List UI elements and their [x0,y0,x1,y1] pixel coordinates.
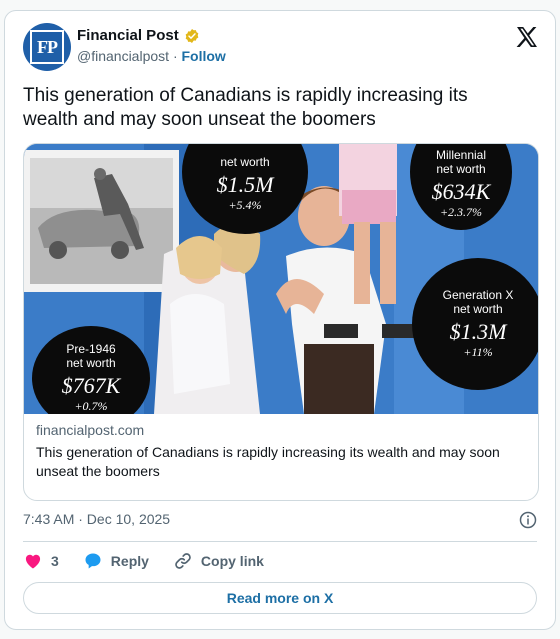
stat-label: Millennial net worth [435,148,487,176]
reply-button[interactable]: Reply [83,551,149,571]
stat-change: +11% [463,345,493,359]
stat-change: +0.7% [74,399,108,413]
author-block: Financial Post @financialpost · Follow [77,27,226,64]
like-button[interactable]: 3 [23,551,59,571]
link-title[interactable]: This generation of Canadians is rapidly … [36,443,526,481]
tweet-text: This generation of Canadians is rapidly … [23,85,468,130]
stat-label: Generation X net worth [442,288,514,316]
account-name[interactable]: Financial Post [77,27,179,44]
read-more-button[interactable]: Read more on X [23,582,537,614]
stat-change: +5.4% [228,198,262,212]
stat-value: $1.5M [216,172,274,197]
stat-value: $1.3M [449,319,507,344]
link-domain[interactable]: financialpost.com [36,422,526,438]
stat-label: net worth [220,155,270,169]
stat-value: $634K [431,179,491,204]
heart-icon [25,554,41,569]
avatar[interactable]: FP [23,23,71,71]
link-meta: financialpost.com This generation of Can… [24,414,538,481]
x-logo-icon[interactable] [515,25,539,49]
action-bar: 3 Reply Copy link [23,549,288,573]
stat-bubble-generation-x: Generation X net worth $1.3M +11% [412,258,538,390]
link-preview-card[interactable]: Pre-1946 net worth $767K +0.7% net worth… [23,143,539,501]
stat-value: $767K [61,373,121,398]
verified-icon [185,28,199,43]
stat-label: Pre-1946 net worth [66,342,116,370]
handle-separator: · [172,48,178,64]
info-icon[interactable] [519,511,537,529]
name-row: Financial Post [77,27,226,44]
like-count: 3 [51,553,59,569]
handle-row: @financialpost · Follow [77,48,226,64]
tweet-timestamp[interactable]: 7:43 AM · Dec 10, 2025 [23,511,170,527]
article-image[interactable]: Pre-1946 net worth $767K +0.7% net worth… [24,144,538,414]
copy-link-label: Copy link [200,553,264,569]
avatar-logo: FP [30,30,64,64]
reply-label: Reply [110,553,149,569]
tweet-embed-card: FP Financial Post @financialpost · Follo… [4,10,556,630]
link-icon [175,553,191,569]
reply-icon [85,553,101,569]
divider [23,541,537,542]
follow-button[interactable]: Follow [182,48,226,64]
copy-link-button[interactable]: Copy link [173,551,264,571]
stat-change: +2.3.7% [439,205,483,219]
account-handle[interactable]: @financialpost [77,48,169,64]
